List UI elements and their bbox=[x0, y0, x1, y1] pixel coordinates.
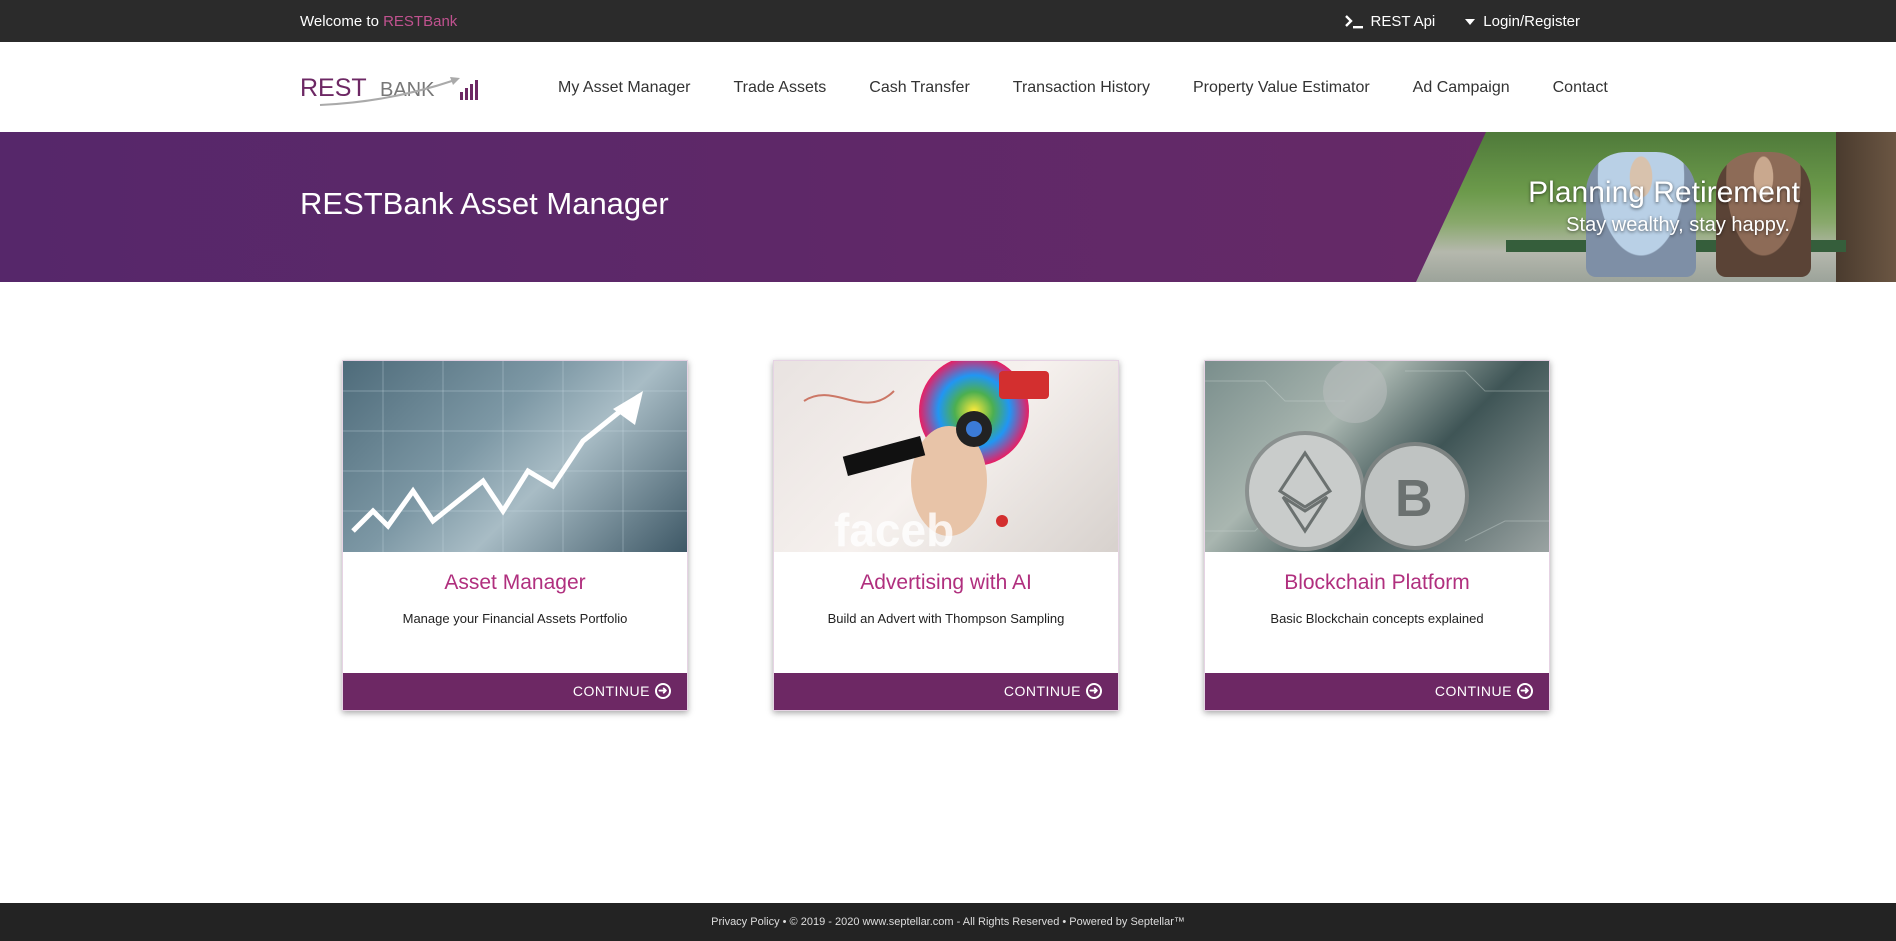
card-title: Advertising with AI bbox=[860, 571, 1032, 594]
privacy-policy-link[interactable]: Privacy Policy bbox=[711, 916, 779, 928]
main-nav: My Asset Manager Trade Assets Cash Trans… bbox=[558, 79, 1608, 97]
login-register-label: Login/Register bbox=[1483, 13, 1580, 30]
nav-transaction-history[interactable]: Transaction History bbox=[1013, 79, 1150, 97]
promo-text: Planning Retirement Stay wealthy, stay h… bbox=[1528, 176, 1800, 237]
rest-api-label: REST Api bbox=[1370, 13, 1436, 30]
continue-label: CONTINUE bbox=[1434, 683, 1512, 699]
hero-banner: RESTBank Asset Manager Planning Retireme… bbox=[0, 132, 1896, 282]
restbank-logo[interactable]: REST BANK bbox=[300, 70, 480, 110]
card-blockchain-platform: B Blockchain Platform Basic Blockchain c… bbox=[1204, 360, 1550, 711]
advertising-collage-image: faceb bbox=[774, 361, 1118, 552]
cryptocurrency-coins-image: B bbox=[1205, 361, 1549, 552]
page-footer: Privacy Policy • © 2019 - 2020 www.septe… bbox=[0, 903, 1896, 941]
svg-text:REST: REST bbox=[300, 74, 367, 102]
svg-text:B: B bbox=[1395, 470, 1433, 528]
nav-my-asset-manager[interactable]: My Asset Manager bbox=[558, 79, 691, 97]
promo-subtitle: Stay wealthy, stay happy. bbox=[1566, 214, 1790, 236]
top-bar: Welcome to RESTBank REST Api Login/Regis… bbox=[0, 0, 1896, 42]
continue-button[interactable]: CONTINUE ➜ bbox=[774, 673, 1118, 710]
card-title: Asset Manager bbox=[444, 571, 586, 594]
nav-cash-transfer[interactable]: Cash Transfer bbox=[869, 79, 969, 97]
svg-text:faceb: faceb bbox=[834, 504, 954, 552]
card-title: Blockchain Platform bbox=[1284, 571, 1470, 594]
login-register-link[interactable]: Login/Register bbox=[1465, 13, 1580, 30]
card-advertising-ai: faceb Advertising with AI Build an Adver… bbox=[773, 360, 1119, 711]
nav-property-value-estimator[interactable]: Property Value Estimator bbox=[1193, 79, 1370, 97]
continue-label: CONTINUE bbox=[572, 683, 650, 699]
card-description: Basic Blockchain concepts explained bbox=[1270, 611, 1484, 626]
nav-trade-assets[interactable]: Trade Assets bbox=[734, 79, 827, 97]
welcome-prefix: Welcome to bbox=[300, 13, 384, 30]
caret-down-icon bbox=[1465, 18, 1476, 25]
card-asset-manager: Asset Manager Manage your Financial Asse… bbox=[342, 360, 688, 711]
continue-button[interactable]: CONTINUE ➜ bbox=[343, 673, 687, 710]
continue-button[interactable]: CONTINUE ➜ bbox=[1205, 673, 1549, 710]
page-title: RESTBank Asset Manager bbox=[300, 186, 669, 221]
card-description: Manage your Financial Assets Portfolio bbox=[402, 611, 628, 626]
nav-contact[interactable]: Contact bbox=[1553, 79, 1608, 97]
main-header: REST BANK My Asset Manager Trade Assets … bbox=[0, 42, 1896, 132]
arrow-circle-right-icon: ➜ bbox=[655, 683, 671, 699]
card-description: Build an Advert with Thompson Sampling bbox=[827, 611, 1065, 626]
welcome-text: Welcome to RESTBank bbox=[300, 13, 457, 30]
promo-title: Planning Retirement bbox=[1528, 176, 1800, 209]
arrow-circle-right-icon: ➜ bbox=[1517, 683, 1533, 699]
continue-label: CONTINUE bbox=[1003, 683, 1081, 699]
copyright-text: • © 2019 - 2020 www.septellar.com - All … bbox=[779, 916, 1185, 928]
terminal-icon bbox=[1344, 14, 1365, 29]
nav-ad-campaign[interactable]: Ad Campaign bbox=[1413, 79, 1510, 97]
rest-api-link[interactable]: REST Api bbox=[1344, 13, 1436, 30]
welcome-brand-link[interactable]: RESTBank bbox=[383, 13, 457, 30]
arrow-circle-right-icon: ➜ bbox=[1086, 683, 1102, 699]
stock-chart-image bbox=[343, 361, 687, 552]
